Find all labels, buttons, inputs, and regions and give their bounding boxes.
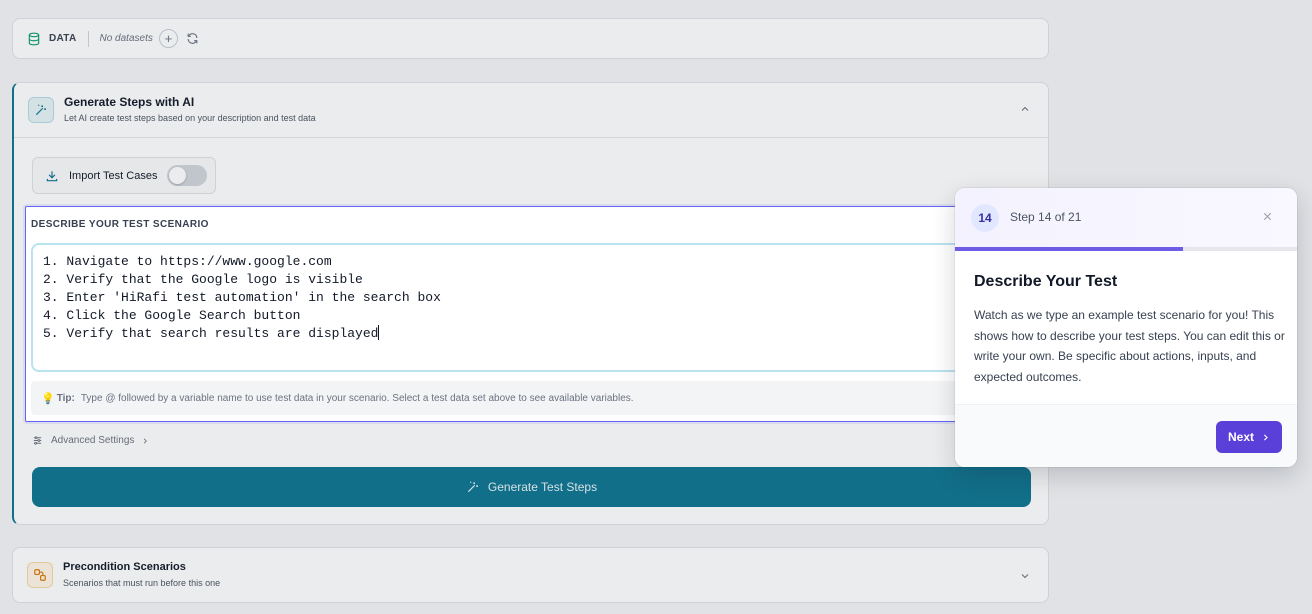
- tour-progress-bar: [955, 247, 1297, 251]
- generate-test-steps-label: Generate Test Steps: [487, 480, 598, 494]
- scenario-line-last: 5. Verify that search results are displa…: [43, 325, 961, 343]
- scenario-line: 4. Click the Google Search button: [43, 308, 301, 323]
- import-test-cases-toggle[interactable]: [167, 165, 208, 186]
- chevron-down-icon[interactable]: [1019, 570, 1031, 582]
- test-scenario-card: DESCRIBE YOUR TEST SCENARIO 1. Navigate …: [25, 206, 985, 422]
- generate-test-steps-button[interactable]: Generate Test Steps: [32, 467, 1031, 507]
- precondition-subtitle: Scenarios that must run before this one: [63, 578, 221, 588]
- scenario-line: 1. Navigate to https://www.google.com: [43, 254, 332, 269]
- settings-sliders-icon: [32, 435, 43, 446]
- tour-footer: Next: [955, 404, 1297, 467]
- chevron-right-icon: [1261, 433, 1270, 442]
- tour-popover: 14 Step 14 of 21 Describe Your Test Watc…: [955, 188, 1297, 467]
- no-datasets-text: No datasets: [99, 33, 153, 44]
- chevron-right-icon: [141, 437, 149, 445]
- scenario-tip: 💡 Tip: Type @ followed by a variable nam…: [31, 381, 981, 415]
- generate-steps-header[interactable]: Generate Steps with AI Let AI create tes…: [14, 83, 1048, 138]
- divider: [87, 30, 89, 47]
- add-dataset-button[interactable]: +: [158, 29, 178, 48]
- generate-steps-title: Generate Steps with AI: [64, 95, 195, 109]
- chevron-up-icon[interactable]: [1019, 103, 1031, 115]
- generate-steps-subtitle: Let AI create test steps based on your d…: [64, 113, 316, 123]
- tour-progress-fill: [955, 247, 1184, 251]
- tip-label: Tip:: [56, 392, 75, 404]
- advanced-settings-link[interactable]: Advanced Settings: [32, 435, 149, 446]
- link-icon: [27, 562, 53, 588]
- tour-title: Describe Your Test: [974, 273, 1118, 290]
- magic-wand-icon: [466, 480, 480, 494]
- toggle-knob: [169, 167, 187, 184]
- scenario-textarea[interactable]: 1. Navigate to https://www.google.com 2. …: [31, 243, 971, 372]
- advanced-settings-label: Advanced Settings: [51, 435, 135, 446]
- close-icon[interactable]: [1262, 211, 1273, 222]
- scenario-line: 2. Verify that the Google logo is visibl…: [43, 272, 363, 287]
- import-test-cases-control: Import Test Cases: [32, 157, 216, 194]
- tour-body: Watch as we type an example test scenari…: [974, 308, 1285, 384]
- step-counter: Step 14 of 21: [1010, 210, 1082, 224]
- text-caret: [378, 325, 380, 340]
- scenario-line: 3. Enter 'HiRafi test automation' in the…: [43, 290, 441, 305]
- page: DATA No datasets + Generate Steps with A…: [0, 0, 1312, 614]
- precondition-title: Precondition Scenarios: [63, 561, 186, 573]
- download-icon: [45, 169, 59, 183]
- tour-header: 14 Step 14 of 21: [955, 188, 1297, 247]
- tip-text: Type @ followed by a variable name to us…: [80, 392, 634, 404]
- magic-wand-icon: [28, 97, 54, 123]
- database-icon: [27, 32, 41, 46]
- step-number-badge: 14: [971, 204, 999, 232]
- next-button[interactable]: Next: [1216, 421, 1282, 453]
- precondition-scenarios-section[interactable]: Precondition Scenarios Scenarios that mu…: [12, 547, 1049, 603]
- lightbulb-icon: 💡: [41, 392, 55, 405]
- scenario-label: DESCRIBE YOUR TEST SCENARIO: [31, 219, 209, 230]
- data-label: DATA: [49, 33, 77, 44]
- next-label: Next: [1227, 430, 1254, 444]
- data-bar: DATA No datasets +: [12, 18, 1049, 59]
- import-test-cases-label: Import Test Cases: [69, 169, 158, 182]
- scenario-line: 5. Verify that search results are displa…: [43, 326, 379, 341]
- refresh-icon[interactable]: [186, 32, 199, 45]
